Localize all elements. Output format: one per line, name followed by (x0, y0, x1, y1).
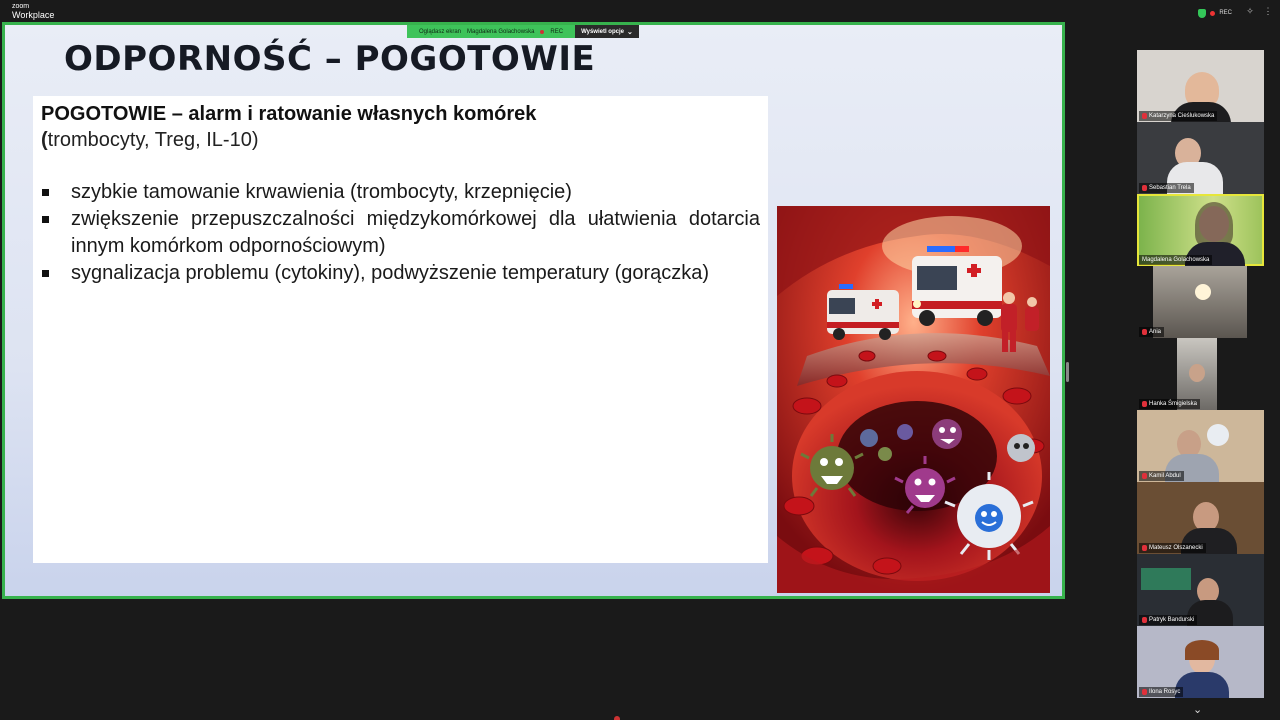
muted-mic-icon (1142, 113, 1147, 119)
participant-tile[interactable]: Ilona Rosyc (1137, 626, 1264, 698)
participant-tile-active-speaker[interactable]: Magdalena Golachowska (1137, 194, 1264, 266)
participant-name: Sebastian Trela (1139, 183, 1194, 193)
participant-video (1141, 568, 1191, 590)
participant-tile[interactable]: Ania (1137, 266, 1264, 338)
view-options-button[interactable]: Wyświetl opcje ⌄ (575, 25, 639, 38)
shared-screen: ODPORNOŚĆ – POGOTOWIE POGOTOWIE – alarm … (2, 22, 1065, 599)
splitter-handle[interactable] (1066, 362, 1069, 382)
chevron-down-icon[interactable]: ⌄ (1193, 703, 1202, 716)
top-bar: zoom Workplace REC ✧ ⋮ (0, 0, 1280, 24)
rec-dot-icon (540, 29, 545, 34)
participant-name: Hanka Śmigielska (1139, 399, 1201, 409)
bullet-square-icon (42, 189, 49, 196)
chevron-down-icon: ⌄ (626, 28, 633, 36)
participant-video (1185, 640, 1219, 660)
muted-mic-icon (1142, 473, 1147, 479)
participant-tile[interactable]: Kamil Abdul (1137, 410, 1264, 482)
bullet-item: szybkie tamowanie krwawienia (trombocyty… (41, 179, 760, 206)
view-options-icon[interactable]: ⋮ (1262, 6, 1274, 18)
slide-heading: POGOTOWIE – alarm i ratowanie własnych k… (41, 103, 537, 125)
muted-mic-icon (1142, 545, 1147, 551)
muted-mic-icon (1142, 401, 1147, 407)
participant-video (1195, 284, 1211, 300)
toolbar-indicator (614, 716, 620, 720)
participant-tile[interactable]: Katarzyna Cieślukowska (1137, 50, 1264, 122)
participant-name: Patryk Bandurski (1139, 615, 1198, 625)
participant-tile[interactable]: Hanka Śmigielska (1137, 338, 1264, 410)
participant-video (1189, 364, 1205, 382)
slide-title: ODPORNOŚĆ – POGOTOWIE (64, 39, 596, 79)
participant-gallery: Katarzyna Cieślukowska Sebastian Trela M… (1137, 50, 1264, 698)
participant-tile[interactable]: Patryk Bandurski (1137, 554, 1264, 626)
zoom-logo: zoom Workplace (12, 3, 55, 20)
bullet-list: szybkie tamowanie krwawienia (trombocyty… (41, 179, 760, 287)
ambulance-blood-vessel-illustration (777, 206, 1050, 593)
bullet-square-icon (42, 270, 49, 277)
participant-name: Mateusz Olszanecki (1139, 543, 1206, 553)
participant-name: Katarzyna Cieślukowska (1139, 111, 1218, 121)
screen-share-banner: Oglądasz ekran Magdalena Golachowska REC… (407, 25, 639, 38)
muted-mic-icon (1142, 185, 1147, 191)
participant-name: Kamil Abdul (1139, 471, 1184, 481)
shield-icon (1198, 8, 1207, 18)
rec-label: REC (1219, 10, 1232, 16)
muted-mic-icon (1142, 329, 1147, 335)
bullet-item: sygnalizacja problemu (cytokiny), podwyż… (41, 260, 760, 287)
presentation-slide: ODPORNOŚĆ – POGOTOWIE POGOTOWIE – alarm … (5, 25, 1062, 596)
recording-status[interactable]: REC (1198, 7, 1232, 19)
participant-name: Ania (1139, 327, 1165, 337)
participant-name: Ilona Rosyc (1139, 687, 1184, 697)
participant-tile[interactable]: Mateusz Olszanecki (1137, 482, 1264, 554)
bullet-item: zwiększenie przepuszczalności międzykomó… (41, 206, 760, 260)
muted-mic-icon (1142, 689, 1147, 695)
slide-content-box: POGOTOWIE – alarm i ratowanie własnych k… (33, 96, 768, 563)
rec-dot-icon (1210, 10, 1216, 16)
participant-video (1207, 424, 1229, 446)
muted-mic-icon (1142, 617, 1147, 623)
participant-video (1153, 266, 1247, 338)
participant-name: Magdalena Golachowska (1139, 255, 1213, 265)
slide-subheading: (trombocyty, Treg, IL-10) (41, 129, 259, 151)
sparkle-icon[interactable]: ✧ (1244, 6, 1256, 18)
participant-tile[interactable]: Sebastian Trela (1137, 122, 1264, 194)
bullet-square-icon (42, 216, 49, 223)
viewing-screen-indicator: Oglądasz ekran Magdalena Golachowska REC (407, 25, 576, 38)
